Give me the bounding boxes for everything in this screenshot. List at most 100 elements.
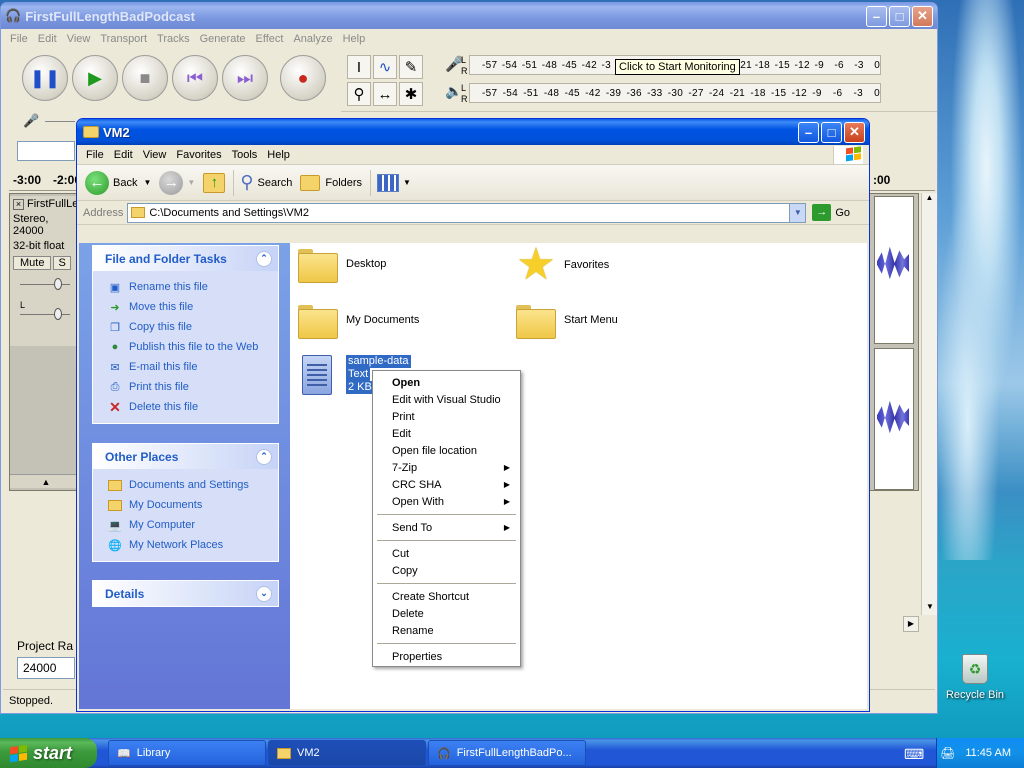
search-button[interactable]: ⚲ Search <box>240 172 292 193</box>
menu-send-to[interactable]: Send To ▶ <box>375 519 518 536</box>
menu-open-file-location[interactable]: Open file location <box>375 442 518 459</box>
item-desktop[interactable]: Desktop <box>298 247 386 283</box>
collapse-icon[interactable]: ⌃ <box>256 448 272 465</box>
close-button[interactable]: ✕ <box>844 121 865 143</box>
gain-slider-thumb[interactable] <box>54 278 62 290</box>
mute-button[interactable]: Mute <box>13 256 52 270</box>
skip-start-button[interactable]: ⏮ <box>172 55 218 101</box>
timeshift-tool-icon[interactable]: ↔ <box>373 82 397 106</box>
close-button[interactable]: ✕ <box>912 5 933 27</box>
project-rate-field[interactable]: 24000 <box>17 657 75 679</box>
other-places-header[interactable]: Other Places ⌃ <box>93 444 278 469</box>
menu-favorites[interactable]: Favorites <box>171 149 226 161</box>
envelope-tool-icon[interactable]: ∿ <box>373 55 397 79</box>
task-move[interactable]: ➜ Move this file <box>107 297 278 317</box>
chevron-down-icon[interactable]: ▼ <box>403 178 411 187</box>
menu-create-shortcut[interactable]: Create Shortcut <box>375 588 518 605</box>
details-header[interactable]: Details ⌄ <box>93 581 278 606</box>
collapse-icon[interactable]: ⌃ <box>256 250 272 267</box>
waveform-top[interactable] <box>874 196 914 344</box>
menu-help[interactable]: Help <box>338 33 371 45</box>
waveform-bottom[interactable] <box>874 348 914 490</box>
item-start-menu[interactable]: Start Menu <box>516 303 618 339</box>
views-button[interactable]: ▼ <box>377 173 411 192</box>
menu-7zip[interactable]: 7-Zip ▶ <box>375 459 518 476</box>
minimize-button[interactable]: – <box>866 5 887 27</box>
menu-edit-with-visual-studio[interactable]: Edit with Visual Studio <box>375 391 518 408</box>
zoom-tool-icon[interactable]: ⚲ <box>347 82 371 106</box>
start-button[interactable]: start <box>0 738 97 768</box>
menu-tools[interactable]: Tools <box>227 149 263 161</box>
menu-delete[interactable]: Delete <box>375 605 518 622</box>
menu-transport[interactable]: Transport <box>95 33 152 45</box>
mixer-slider[interactable] <box>45 121 75 122</box>
vertical-scrollbar[interactable]: ▲ ▼ <box>921 193 937 615</box>
menu-open[interactable]: Open <box>375 374 518 391</box>
maximize-button[interactable]: □ <box>821 121 842 143</box>
back-button[interactable]: ← Back ▼ <box>85 170 151 195</box>
folders-button[interactable]: Folders <box>300 174 362 191</box>
horizontal-scroll-right[interactable]: ▶ <box>903 616 919 632</box>
taskbar-item-audacity[interactable]: 🎧 FirstFullLengthBadPo... <box>428 740 586 766</box>
pan-slider[interactable] <box>20 314 70 315</box>
taskbar-item-library[interactable]: 📖 Library <box>108 740 266 766</box>
menu-rename[interactable]: Rename <box>375 622 518 639</box>
place-my-computer[interactable]: 💻 My Computer <box>107 515 278 535</box>
audacity-title-bar[interactable]: 🎧 FirstFullLengthBadPodcast – □ ✕ <box>1 3 937 29</box>
menu-effect[interactable]: Effect <box>251 33 289 45</box>
menu-view[interactable]: View <box>62 33 96 45</box>
recycle-bin[interactable]: ♻ Recycle Bin <box>940 654 1010 701</box>
menu-properties[interactable]: Properties <box>375 648 518 665</box>
menu-edit[interactable]: Edit <box>33 33 62 45</box>
play-button[interactable]: ▶ <box>72 55 118 101</box>
menu-crc-sha[interactable]: CRC SHA ▶ <box>375 476 518 493</box>
menu-file[interactable]: File <box>5 33 33 45</box>
maximize-button[interactable]: □ <box>889 5 910 27</box>
pan-slider-thumb[interactable] <box>54 308 62 320</box>
menu-edit[interactable]: Edit <box>375 425 518 442</box>
go-button[interactable]: → Go <box>812 204 850 221</box>
up-folder-button[interactable]: ↑ <box>203 172 226 193</box>
task-rename[interactable]: ▣ Rename this file <box>107 277 278 297</box>
minimize-button[interactable]: – <box>798 121 819 143</box>
gain-slider[interactable] <box>20 284 70 285</box>
chevron-down-icon[interactable]: ▼ <box>789 203 806 222</box>
menu-cut[interactable]: Cut <box>375 545 518 562</box>
task-print[interactable]: ⎙ Print this file <box>107 377 278 397</box>
task-delete[interactable]: ✕ Delete this file <box>107 397 278 417</box>
scroll-down-icon[interactable]: ▼ <box>922 599 937 615</box>
menu-copy[interactable]: Copy <box>375 562 518 579</box>
keyboard-icon[interactable]: ⌨ <box>904 746 924 763</box>
taskbar-item-vm2[interactable]: VM2 <box>268 740 426 766</box>
menu-analyze[interactable]: Analyze <box>288 33 337 45</box>
place-my-documents[interactable]: My Documents <box>107 495 278 515</box>
place-my-network-places[interactable]: 🌐 My Network Places <box>107 535 278 555</box>
task-publish[interactable]: ● Publish this file to the Web <box>107 337 278 357</box>
task-email[interactable]: ✉ E-mail this file <box>107 357 278 377</box>
expand-icon[interactable]: ⌄ <box>256 585 272 602</box>
scroll-up-icon[interactable]: ▲ <box>922 193 937 209</box>
menu-file[interactable]: File <box>81 149 109 161</box>
multi-tool-icon[interactable]: ✱ <box>399 82 423 106</box>
track-close-icon[interactable]: × <box>13 198 24 210</box>
chevron-down-icon[interactable]: ▼ <box>143 178 151 187</box>
menu-open-with[interactable]: Open With ▶ <box>375 493 518 510</box>
item-favorites[interactable]: ★ Favorites <box>514 243 609 287</box>
selection-tool-icon[interactable]: I <box>347 55 371 79</box>
place-documents-and-settings[interactable]: Documents and Settings <box>107 475 278 495</box>
collapse-arrow-icon[interactable]: ▲ <box>10 474 82 488</box>
forward-button[interactable]: → ▼ <box>159 170 195 195</box>
explorer-title-bar[interactable]: VM2 – □ ✕ <box>77 119 869 145</box>
menu-edit[interactable]: Edit <box>109 149 138 161</box>
pause-button[interactable]: ❚❚ <box>22 55 68 101</box>
record-button[interactable]: ● <box>280 55 326 101</box>
snap-field[interactable] <box>17 141 75 161</box>
skip-end-button[interactable]: ⏭ <box>222 55 268 101</box>
menu-generate[interactable]: Generate <box>195 33 251 45</box>
menu-tracks[interactable]: Tracks <box>152 33 195 45</box>
network-tray-icon[interactable]: 🖨 <box>940 746 955 760</box>
menu-view[interactable]: View <box>138 149 172 161</box>
menu-help[interactable]: Help <box>262 149 295 161</box>
clock[interactable]: 11:45 AM <box>965 747 1011 759</box>
task-copy[interactable]: ❐ Copy this file <box>107 317 278 337</box>
